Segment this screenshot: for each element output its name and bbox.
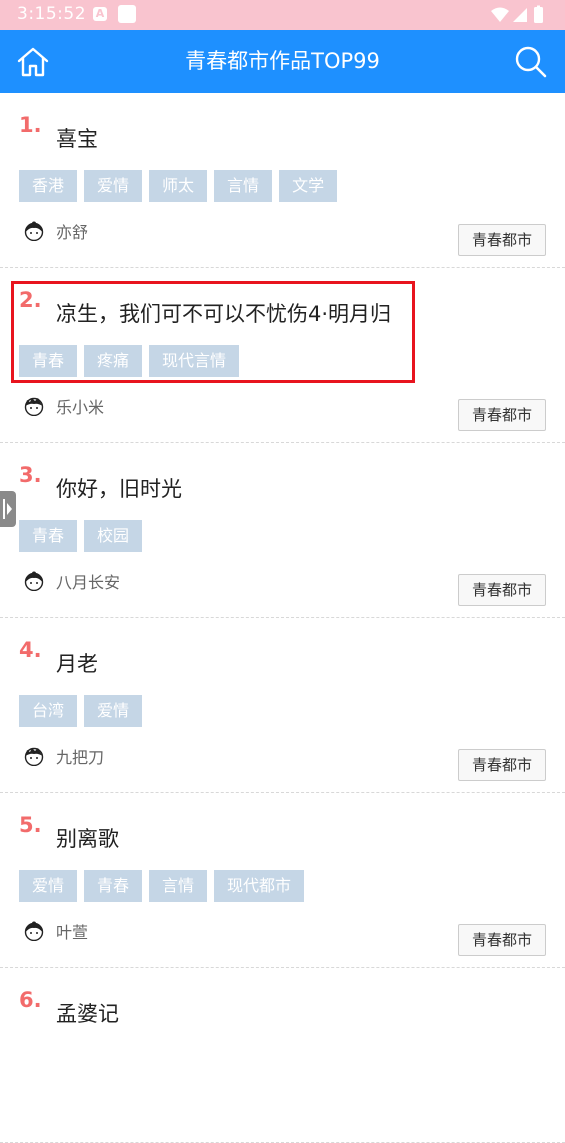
tag-list: 香港 爱情 师太 言情 文学 (19, 170, 344, 202)
book-title[interactable]: 凉生，我们可不可以不忧伤4·明月归 (56, 298, 391, 328)
tag[interactable]: 爱情 (84, 695, 143, 727)
author-avatar-icon (24, 921, 44, 941)
tag[interactable]: 现代言情 (149, 345, 240, 377)
app-bar: 青春都市作品TOP99 (0, 30, 565, 93)
page-title: 青春都市作品TOP99 (185, 49, 380, 73)
author-name: 八月长安 (56, 573, 121, 592)
wifi-icon (491, 7, 509, 22)
tag-list: 爱情 青春 言情 现代都市 (19, 870, 311, 902)
tag[interactable]: 校园 (84, 520, 143, 552)
category-button[interactable]: 青春都市 (457, 749, 546, 781)
author-name: 九把刀 (56, 748, 105, 767)
tag[interactable]: 台湾 (19, 695, 78, 727)
tag[interactable]: 文学 (279, 170, 338, 202)
author-name: 亦舒 (56, 223, 89, 242)
author-avatar-icon (24, 221, 44, 241)
rank-number: 1. (19, 113, 42, 137)
book-title[interactable]: 月老 (56, 648, 98, 678)
book-title[interactable]: 你好，旧时光 (56, 473, 182, 503)
rank-number: 4. (19, 638, 42, 662)
category-button[interactable]: 青春都市 (457, 399, 546, 431)
tag[interactable]: 师太 (149, 170, 208, 202)
status-bar: 3:15:52 A (0, 0, 565, 30)
list-item[interactable]: 5. 别离歌 爱情 青春 言情 现代都市 叶萱 青春都市 (0, 793, 565, 968)
list-item[interactable]: 3. 你好，旧时光 青春 校园 八月长安 青春都市 (0, 443, 565, 618)
tag-list: 青春 校园 (19, 520, 149, 552)
search-button[interactable] (513, 44, 549, 80)
search-icon (515, 46, 547, 78)
signal-icon (513, 8, 527, 22)
category-button[interactable]: 青春都市 (457, 574, 546, 606)
tag[interactable]: 青春 (84, 870, 143, 902)
tag[interactable]: 青春 (19, 345, 78, 377)
battery-icon (534, 5, 543, 23)
list-item[interactable]: 6. 孟婆记 (0, 968, 565, 1143)
tag[interactable]: 现代都市 (214, 870, 305, 902)
author-name: 叶萱 (56, 923, 89, 942)
book-title[interactable]: 孟婆记 (56, 998, 119, 1028)
chevron-right-icon (3, 499, 12, 519)
tag-list: 台湾 爱情 (19, 695, 149, 727)
rank-number: 3. (19, 463, 42, 487)
tag[interactable]: 爱情 (19, 870, 78, 902)
book-title[interactable]: 喜宝 (56, 123, 98, 153)
list-item[interactable]: 2. 凉生，我们可不可以不忧伤4·明月归 青春 疼痛 现代言情 乐小米 青春都市 (0, 268, 565, 443)
tag-list: 青春 疼痛 现代言情 (19, 345, 246, 377)
status-time: 3:15:52 (17, 4, 87, 24)
book-title[interactable]: 别离歌 (56, 823, 119, 853)
tag[interactable]: 爱情 (84, 170, 143, 202)
list-item[interactable]: 4. 月老 台湾 爱情 九把刀 青春都市 (0, 618, 565, 793)
side-drawer-handle[interactable] (0, 491, 16, 527)
status-icons (489, 5, 549, 29)
author[interactable]: 八月长安 (24, 569, 120, 593)
notification-a-icon: A (93, 7, 107, 21)
tag[interactable]: 言情 (214, 170, 273, 202)
list-item[interactable]: 1. 喜宝 香港 爱情 师太 言情 文学 亦舒 青春都市 (0, 93, 565, 268)
tag[interactable]: 青春 (19, 520, 78, 552)
author-avatar-icon (24, 397, 44, 416)
rank-number: 5. (19, 813, 42, 837)
author[interactable]: 亦舒 (24, 219, 88, 243)
author[interactable]: 乐小米 (24, 394, 104, 418)
author[interactable]: 九把刀 (24, 744, 104, 768)
rank-number: 6. (19, 988, 42, 1012)
category-button[interactable]: 青春都市 (457, 924, 546, 956)
tag[interactable]: 言情 (149, 870, 208, 902)
tag[interactable]: 香港 (19, 170, 78, 202)
tag[interactable]: 疼痛 (84, 345, 143, 377)
author-avatar-icon (24, 571, 44, 591)
book-list: 1. 喜宝 香港 爱情 师太 言情 文学 亦舒 青春都市 2. 凉生，我们可不可… (0, 93, 565, 1143)
author-avatar-icon (24, 747, 44, 766)
category-button[interactable]: 青春都市 (457, 224, 546, 256)
notification-square-icon (118, 5, 136, 23)
rank-number: 2. (19, 288, 42, 312)
author-name: 乐小米 (56, 398, 105, 417)
author[interactable]: 叶萱 (24, 919, 88, 943)
